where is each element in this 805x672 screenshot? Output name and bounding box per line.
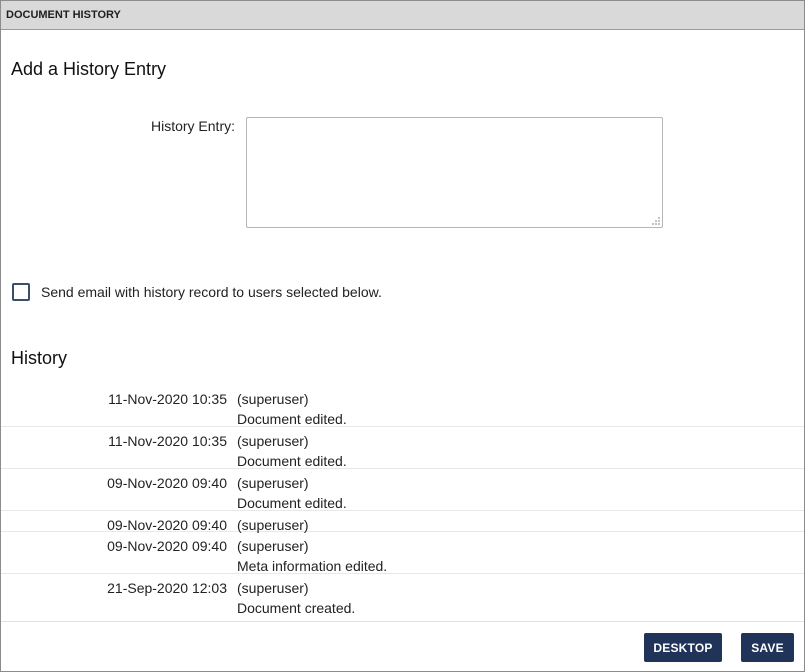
history-date: 09-Nov-2020 09:40 [107, 517, 227, 533]
panel-title: DOCUMENT HISTORY [6, 9, 121, 21]
history-action: Document edited. [237, 495, 347, 511]
history-user: (superuser) [237, 538, 309, 554]
history-row: 09-Nov-2020 09:40 (superuser) Document e… [1, 469, 804, 511]
history-action: Document edited. [237, 411, 347, 427]
history-heading: History [11, 348, 68, 368]
history-date: 11-Nov-2020 10:35 [108, 433, 227, 449]
history-action: Document edited. [237, 453, 347, 469]
history-user: (superuser) [237, 517, 309, 533]
history-user: (superuser) [237, 391, 309, 407]
history-user: (superuser) [237, 475, 309, 491]
save-button[interactable]: SAVE [741, 633, 794, 662]
send-email-option: Send email with history record to users … [12, 283, 382, 301]
history-date: 09-Nov-2020 09:40 [107, 475, 227, 491]
history-row: 09-Nov-2020 09:40 (superuser) Meta infor… [1, 532, 804, 574]
history-date: 11-Nov-2020 10:35 [108, 391, 227, 407]
history-date: 09-Nov-2020 09:40 [107, 538, 227, 554]
history-row: 21-Sep-2020 12:03 (superuser) Document c… [1, 574, 804, 616]
history-date: 21-Sep-2020 12:03 [107, 580, 227, 596]
history-list: 11-Nov-2020 10:35 (superuser) Document e… [1, 385, 804, 616]
panel-titlebar: DOCUMENT HISTORY [1, 1, 804, 30]
history-user: (superuser) [237, 433, 309, 449]
history-row: 11-Nov-2020 10:35 (superuser) Document e… [1, 385, 804, 427]
send-email-label[interactable]: Send email with history record to users … [41, 284, 382, 300]
footer-bar: DESKTOP SAVE [1, 621, 804, 672]
resize-grip-icon[interactable] [651, 216, 661, 226]
history-user: (superuser) [237, 580, 309, 596]
history-action: Meta information edited. [237, 558, 388, 574]
history-action: Document created. [237, 600, 356, 616]
document-history-panel: DOCUMENT HISTORY Add a History Entry His… [0, 0, 805, 672]
history-entry-textarea[interactable] [246, 117, 663, 228]
history-row: 09-Nov-2020 09:40 (superuser) [1, 511, 804, 533]
add-entry-heading: Add a History Entry [11, 59, 167, 79]
history-entry-label: History Entry: [150, 118, 235, 134]
history-row: 11-Nov-2020 10:35 (superuser) Document e… [1, 427, 804, 469]
desktop-button[interactable]: DESKTOP [644, 633, 722, 662]
send-email-checkbox[interactable] [12, 283, 30, 301]
